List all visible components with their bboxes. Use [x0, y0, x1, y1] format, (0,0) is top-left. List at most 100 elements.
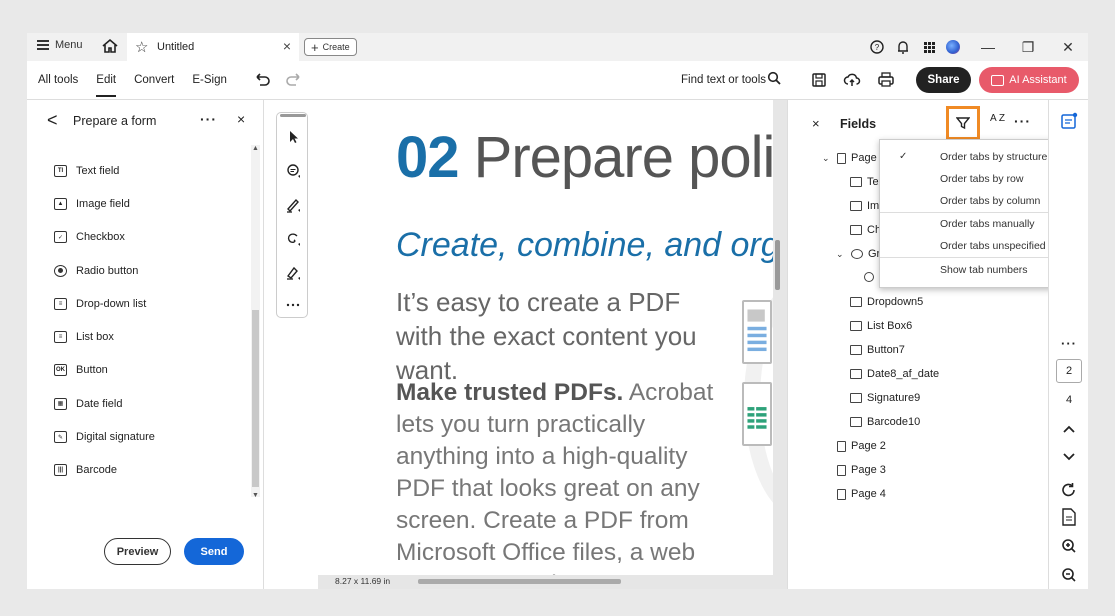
- current-page-input[interactable]: 2: [1056, 359, 1082, 383]
- field-barcode[interactable]: ||| Barcode: [54, 454, 155, 487]
- drag-handle[interactable]: [280, 114, 306, 117]
- field-button[interactable]: OK Button: [54, 354, 155, 387]
- document-vertical-scrollbar[interactable]: [775, 240, 780, 290]
- tree-dropdown[interactable]: Dropdown5: [850, 296, 923, 308]
- undo-icon[interactable]: [253, 71, 271, 87]
- tab-edit[interactable]: Edit: [96, 74, 117, 97]
- field-date[interactable]: ▦ Date field: [54, 387, 155, 420]
- total-pages: 4: [1065, 394, 1073, 406]
- field-checkbox[interactable]: ✓ Checkbox: [54, 221, 155, 254]
- pdf-page: 02 Prepare polish Create, combine, and o…: [318, 100, 773, 575]
- field-text[interactable]: TI Text field: [54, 154, 155, 187]
- document-horizontal-scrollbar[interactable]: [418, 579, 621, 584]
- chevron-down-icon[interactable]: [1049, 448, 1088, 464]
- zoom-out-icon[interactable]: [1049, 566, 1088, 584]
- tab-close-icon[interactable]: ×: [283, 38, 291, 54]
- field-label: Text field: [76, 164, 120, 177]
- close-fields-icon[interactable]: ×: [812, 116, 820, 131]
- avatar[interactable]: [946, 40, 960, 54]
- barcode-icon: [850, 417, 862, 427]
- close-panel-icon[interactable]: ×: [237, 111, 245, 127]
- chevron-up-icon[interactable]: [1049, 421, 1088, 437]
- tab-convert[interactable]: Convert: [134, 74, 174, 97]
- scrollbar-thumb[interactable]: [252, 310, 259, 487]
- document-tab[interactable]: ☆ Untitled ×: [127, 33, 299, 61]
- menu-show-tab-numbers[interactable]: Show tab numbers: [940, 264, 1028, 276]
- apps-grid-icon[interactable]: [916, 39, 942, 55]
- tab-all-tools[interactable]: All tools: [38, 74, 78, 97]
- search-icon[interactable]: [767, 71, 781, 85]
- send-button[interactable]: Send: [184, 538, 244, 565]
- help-icon[interactable]: ?: [864, 39, 890, 55]
- tab-e-sign[interactable]: E-Sign: [192, 74, 227, 97]
- tree-button[interactable]: Button7: [850, 344, 905, 356]
- cloud-upload-icon[interactable]: [843, 71, 861, 89]
- radio-button-icon: [54, 264, 67, 277]
- menu-order-unspecified[interactable]: Order tabs unspecified: [940, 240, 1046, 252]
- maximize-button[interactable]: ❐: [1008, 39, 1048, 56]
- close-window-button[interactable]: ✕: [1048, 39, 1088, 56]
- tree-page-4[interactable]: Page 4: [837, 488, 886, 500]
- chevron-down-icon[interactable]: ⌄: [836, 249, 846, 260]
- create-button[interactable]: + Create: [304, 38, 357, 56]
- draw-freehand-icon[interactable]: [285, 231, 301, 247]
- fields-more-icon[interactable]: ···: [1014, 113, 1031, 129]
- scroll-down-icon[interactable]: ▼: [252, 492, 259, 499]
- home-icon[interactable]: [101, 37, 119, 55]
- form-fields-icon[interactable]: [1049, 112, 1088, 130]
- back-icon[interactable]: <: [47, 110, 58, 131]
- field-label: Date field: [76, 397, 123, 410]
- share-button[interactable]: Share: [916, 67, 971, 93]
- tree-signature[interactable]: Signature9: [850, 392, 920, 404]
- acrobat-window: Menu ☆ Untitled × + Create ? — ❐ ✕ All t…: [27, 33, 1088, 589]
- more-tools-icon[interactable]: [285, 297, 301, 313]
- ai-assistant-button[interactable]: AI Assistant: [979, 67, 1079, 93]
- fill-sign-icon[interactable]: [285, 265, 301, 281]
- star-icon[interactable]: ☆: [135, 38, 148, 56]
- tree-radio-item[interactable]: [864, 272, 874, 282]
- select-pointer-icon[interactable]: [285, 129, 301, 145]
- tree-listbox[interactable]: List Box6: [850, 320, 912, 332]
- page-icon: [837, 488, 846, 500]
- more-options-icon[interactable]: ···: [200, 111, 217, 127]
- field-signature[interactable]: ✎ Digital signature: [54, 420, 155, 453]
- find-text-label[interactable]: Find text or tools: [681, 74, 766, 86]
- text-field-icon: [850, 177, 862, 187]
- page-display-icon[interactable]: [1049, 507, 1088, 527]
- tree-page-3[interactable]: Page 3: [837, 464, 886, 476]
- chevron-down-icon[interactable]: ⌄: [822, 153, 832, 164]
- menu-order-by-column[interactable]: Order tabs by column: [940, 195, 1040, 207]
- redo-icon[interactable]: [285, 71, 303, 87]
- field-dropdown[interactable]: ≡ Drop-down list: [54, 287, 155, 320]
- sort-az-icon[interactable]: A Z: [990, 114, 1005, 124]
- rail-more-icon[interactable]: ···: [1049, 336, 1088, 351]
- scroll-up-icon[interactable]: ▲: [252, 145, 259, 152]
- dropdown-list-icon: [850, 297, 862, 307]
- menu-order-by-structure[interactable]: Order tabs by structure: [940, 151, 1047, 163]
- zoom-in-icon[interactable]: [1049, 537, 1088, 555]
- print-icon[interactable]: [877, 71, 895, 89]
- bell-icon[interactable]: [890, 39, 916, 55]
- menu-order-manually[interactable]: Order tabs manually: [940, 218, 1035, 230]
- page-size-label: 8.27 x 11.69 in: [335, 576, 391, 586]
- tree-barcode[interactable]: Barcode10: [850, 416, 920, 428]
- tab-order-filter-button[interactable]: [946, 106, 980, 140]
- menu-order-by-row[interactable]: Order tabs by row: [940, 173, 1023, 185]
- field-image[interactable]: ▲ Image field: [54, 187, 155, 220]
- tab-title: Untitled: [157, 41, 195, 53]
- field-radio[interactable]: Radio button: [54, 254, 155, 287]
- radio-button-icon: [864, 272, 874, 282]
- preview-button[interactable]: Preview: [104, 538, 171, 565]
- highlight-pen-icon[interactable]: [285, 197, 301, 213]
- field-listbox[interactable]: ≡ List box: [54, 320, 155, 353]
- tree-page-2[interactable]: Page 2: [837, 440, 886, 452]
- minimize-button[interactable]: —: [968, 39, 1008, 55]
- rotate-icon[interactable]: [1049, 481, 1088, 499]
- tree-page-1[interactable]: ⌄ Page 1: [822, 152, 886, 164]
- hamburger-icon: [37, 40, 49, 50]
- menu-button[interactable]: Menu: [37, 39, 83, 51]
- tree-date[interactable]: Date8_af_date: [850, 368, 939, 380]
- panel-scrollbar[interactable]: ▲ ▼: [251, 145, 260, 499]
- comment-icon[interactable]: [285, 163, 301, 179]
- save-icon[interactable]: [810, 71, 828, 89]
